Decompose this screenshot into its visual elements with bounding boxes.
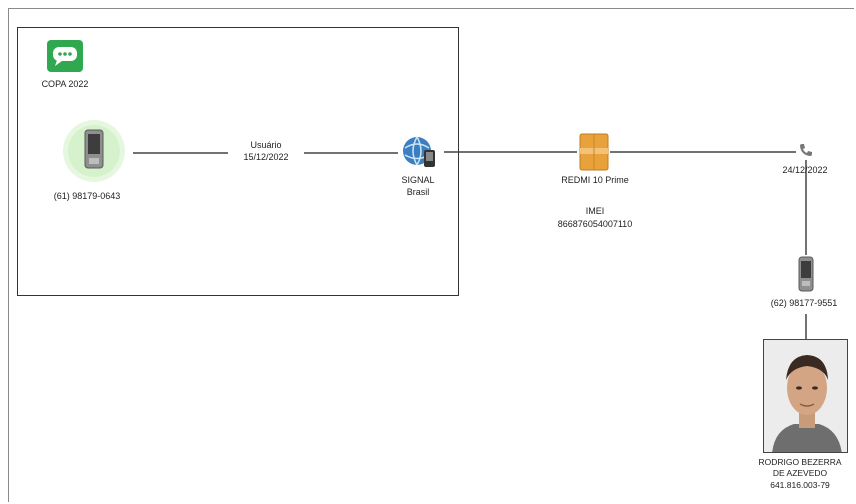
chat-app-icon[interactable] bbox=[45, 38, 85, 79]
date-label: 24/12/2022 bbox=[782, 165, 828, 175]
app-label: COPA 2022 bbox=[41, 79, 89, 89]
person-name-line2: DE AZEVEDO bbox=[772, 468, 828, 478]
device-name: REDMI 10 Prime bbox=[561, 175, 629, 185]
phone1-number: (61) 98179-0643 bbox=[53, 191, 121, 201]
phone2-number: (62) 98177-9551 bbox=[770, 298, 838, 308]
device-box-icon[interactable] bbox=[577, 132, 611, 177]
edges-layer bbox=[133, 151, 807, 339]
person-cpf: 641.816.003-79 bbox=[770, 480, 830, 490]
mobile-phone-icon[interactable] bbox=[60, 118, 128, 189]
phone-call-icon[interactable] bbox=[796, 141, 816, 166]
imei-label: IMEI bbox=[585, 206, 605, 216]
edge-date-label: 15/12/2022 bbox=[243, 152, 289, 162]
edge-user-label: Usuário bbox=[250, 140, 282, 150]
signal-label: SIGNAL bbox=[401, 175, 435, 185]
signal-country: Brasil bbox=[406, 187, 430, 197]
person-photo[interactable] bbox=[763, 339, 848, 453]
globe-phone-icon[interactable] bbox=[400, 134, 440, 175]
mobile-phone-icon-2[interactable] bbox=[796, 256, 816, 297]
imei-value: 866876054007110 bbox=[557, 219, 633, 229]
